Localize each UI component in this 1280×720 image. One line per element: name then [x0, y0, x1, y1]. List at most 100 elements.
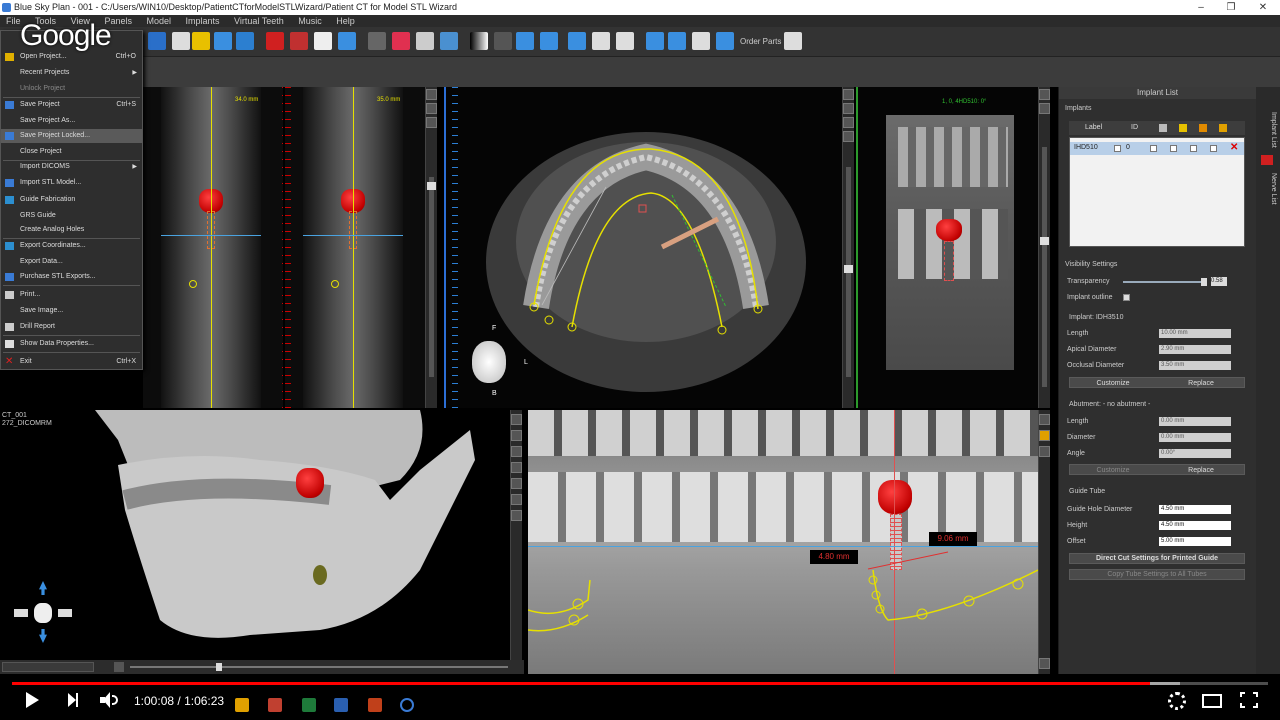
menu-implants[interactable]: Implants [180, 15, 226, 27]
menu-item-export-coordinates[interactable]: Export Coordinates... [1, 239, 142, 253]
menu-virtual-teeth[interactable]: Virtual Teeth [228, 15, 290, 27]
minimize-button[interactable]: – [1186, 0, 1216, 15]
view-option-button[interactable] [511, 510, 522, 521]
abutment-angle-field[interactable]: 0.00° [1159, 449, 1231, 458]
menu-item-save-image[interactable]: Save Image... [1, 304, 142, 318]
spline-icon[interactable] [338, 32, 356, 50]
edit-checkbox[interactable] [1170, 145, 1177, 152]
implant-label[interactable]: IHD510 [1074, 144, 1098, 151]
opacity-slider-thumb[interactable] [216, 663, 222, 671]
zoom-icon[interactable] [214, 32, 232, 50]
opacity-slider-track[interactable] [130, 666, 508, 668]
layout-icon[interactable] [148, 32, 166, 50]
points-icon[interactable] [236, 32, 254, 50]
transparency-slider-thumb[interactable] [1201, 278, 1207, 286]
taskbar-excel-icon[interactable] [302, 698, 316, 712]
view-option-button[interactable] [1039, 446, 1050, 457]
view-option-button[interactable] [843, 89, 854, 100]
orientation-head-icon[interactable] [472, 341, 506, 383]
replace-button[interactable]: Replace [1158, 379, 1244, 388]
magnify-icon[interactable] [516, 32, 534, 50]
fit-icon[interactable] [668, 32, 686, 50]
right-view-icon[interactable] [58, 609, 72, 617]
menu-item-import-dicoms[interactable]: Import DICOMS ▶ [1, 160, 142, 174]
fullscreen-icon[interactable] [1240, 692, 1258, 708]
menu-item-exit[interactable]: ✕ Exit Ctrl+X [1, 355, 142, 369]
taskbar-blue-sky-icon[interactable] [400, 698, 414, 712]
cross-section-view-2[interactable]: 35.0 mm [285, 87, 425, 408]
tangential-scrollbar[interactable] [1038, 87, 1050, 408]
view-option-button[interactable] [1039, 414, 1050, 425]
slice-slider-thumb[interactable] [427, 182, 436, 190]
measure-icon[interactable] [592, 32, 610, 50]
axial-view[interactable]: F L B [444, 87, 842, 408]
view-option-button[interactable] [843, 103, 854, 114]
gallery-icon[interactable] [440, 32, 458, 50]
tab-nerve-list[interactable]: Nerve List [1259, 169, 1277, 209]
transparency-slider[interactable] [1123, 281, 1205, 283]
settings-icon[interactable] [1168, 692, 1186, 710]
window-level-icon[interactable] [494, 32, 512, 50]
menu-item-unlock-project[interactable]: Unlock Project [1, 82, 142, 96]
crown-checkbox[interactable] [1190, 145, 1197, 152]
menu-item-recent-projects[interactable]: Recent Projects ▶ [1, 66, 142, 80]
crown-icon[interactable] [1199, 124, 1207, 132]
view-option-button[interactable] [1039, 89, 1050, 100]
customize-button[interactable]: Customize [1070, 379, 1156, 388]
view-option-button[interactable] [511, 446, 522, 457]
view-select[interactable] [2, 662, 94, 672]
implant-row[interactable]: IHD510 0 ✕ [1070, 142, 1244, 155]
offset-field[interactable]: 5.00 mm [1159, 537, 1231, 546]
angle-icon[interactable] [568, 32, 586, 50]
menu-item-save-project-locked[interactable]: Save Project Locked... [1, 129, 142, 143]
lock-icon[interactable] [1219, 124, 1227, 132]
occlusal-diameter-field[interactable]: 3.50 mm [1159, 361, 1231, 370]
slice-slider-track[interactable] [1042, 147, 1047, 387]
taskbar-word-icon[interactable] [334, 698, 348, 712]
menu-item-drill-report[interactable]: Drill Report [1, 320, 142, 334]
cross-section-scrollbar[interactable] [425, 87, 437, 408]
menu-item-show-data-properties[interactable]: Show Data Properties... [1, 337, 142, 351]
view-option-button[interactable] [426, 103, 437, 114]
height-field[interactable]: 4.50 mm [1159, 521, 1231, 530]
cross-section-view-1[interactable]: 34.0 mm [143, 87, 283, 408]
arrow-up-icon[interactable] [39, 581, 47, 595]
menu-item-export-data[interactable]: Export Data... [1, 255, 142, 269]
order-parts-label[interactable]: Order Parts [740, 37, 781, 46]
pan-icon[interactable] [540, 32, 558, 50]
export-icon[interactable] [692, 32, 710, 50]
taskbar-app-icon[interactable] [368, 698, 382, 712]
reset-view-button[interactable] [114, 662, 124, 672]
direction-checkbox[interactable] [1150, 145, 1157, 152]
lock-checkbox[interactable] [1210, 145, 1217, 152]
implant-icon[interactable] [368, 32, 386, 50]
column-label[interactable]: Label [1085, 124, 1102, 131]
view-option-button[interactable] [511, 414, 522, 425]
implant-outline-checkbox[interactable] [1123, 294, 1130, 301]
abutment-replace-button[interactable]: Replace [1158, 466, 1244, 475]
play-icon[interactable] [26, 692, 39, 708]
draw-nerve-icon[interactable] [392, 32, 410, 50]
column-id[interactable]: ID [1131, 124, 1138, 131]
rotate-icon[interactable] [646, 32, 664, 50]
volume-icon[interactable] [100, 692, 122, 708]
taskbar-app-icon[interactable] [235, 698, 249, 712]
left-view-icon[interactable] [14, 609, 28, 617]
order-parts-icon[interactable] [716, 32, 734, 50]
crown-icon[interactable] [416, 32, 434, 50]
tangential-view[interactable]: 1, 0, 4HD510: 0° [856, 87, 1038, 408]
abutment-length-field[interactable]: 0.00 mm [1159, 417, 1231, 426]
protractor-icon[interactable] [616, 32, 634, 50]
print-icon[interactable] [172, 32, 190, 50]
theater-mode-icon[interactable] [1202, 694, 1222, 708]
nerve-icon[interactable] [290, 32, 308, 50]
maximize-button[interactable]: ❐ [1216, 0, 1246, 15]
menu-help[interactable]: Help [330, 15, 361, 27]
menu-music[interactable]: Music [292, 15, 328, 27]
ruler-icon[interactable] [1039, 430, 1050, 441]
abutment-customize-button[interactable]: Customize [1070, 466, 1156, 475]
arrow-down-icon[interactable] [39, 629, 47, 643]
copy-tube-settings-button[interactable]: Copy Tube Settings to All Tubes [1069, 569, 1245, 580]
slice-slider-thumb[interactable] [844, 265, 853, 273]
view-option-button[interactable] [426, 117, 437, 128]
